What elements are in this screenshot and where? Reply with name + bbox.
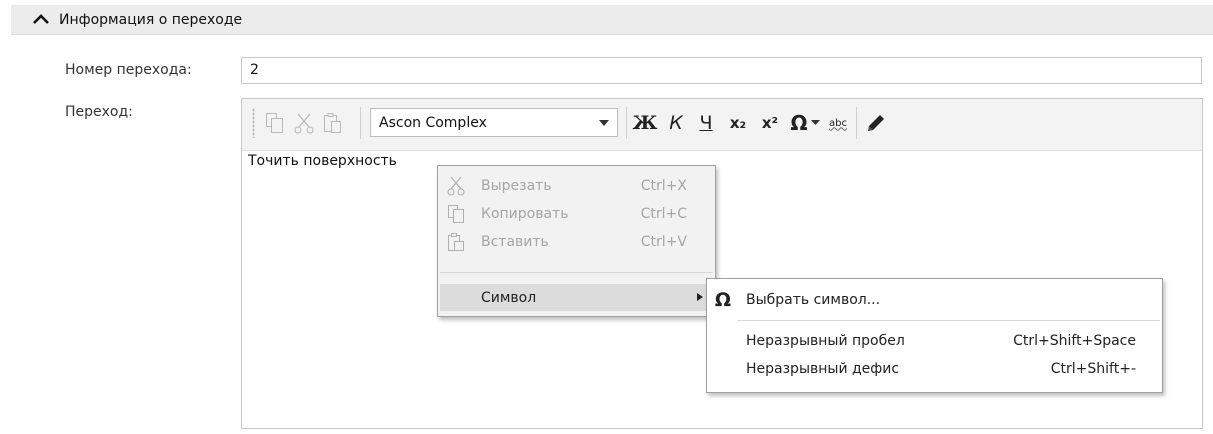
section-header[interactable]: Информация о переходе	[11, 5, 1213, 35]
transition-number-label: Номер перехода:	[65, 62, 192, 78]
menu-item-label: Вырезать	[481, 178, 552, 194]
omega-icon: Ω	[714, 288, 732, 311]
font-select-value: Ascon Complex	[379, 114, 487, 131]
menu-item-copy[interactable]: Копировать Ctrl+C	[438, 201, 715, 227]
pencil-icon[interactable]	[862, 109, 890, 137]
editor-toolbar: Ascon Complex Ж К Ч x₂ x² Ω abc	[242, 99, 1202, 151]
menu-item-label: Неразрывный пробел	[746, 333, 905, 349]
cut-icon	[446, 176, 466, 196]
italic-button[interactable]: К	[664, 109, 688, 137]
copy-icon[interactable]	[262, 109, 288, 137]
paste-icon[interactable]	[320, 109, 346, 137]
toolbar-divider	[856, 107, 857, 139]
menu-separator	[440, 272, 713, 273]
superscript-button[interactable]: x²	[756, 109, 784, 137]
chevron-down-icon[interactable]	[808, 109, 822, 137]
menu-item-symbol[interactable]: Символ	[440, 284, 713, 311]
font-select[interactable]: Ascon Complex	[370, 108, 618, 137]
menu-item-label: Копировать	[481, 206, 569, 222]
symbol-button[interactable]: Ω	[788, 109, 810, 137]
menu-item-shortcut: Ctrl+C	[640, 206, 687, 222]
menu-item-label: Выбрать символ...	[746, 291, 881, 308]
bold-button[interactable]: Ж	[632, 109, 658, 137]
menu-item-shortcut: Ctrl+V	[640, 234, 687, 250]
menu-item-label: Неразрывный дефис	[746, 361, 900, 377]
menu-item-nbsp[interactable]: Неразрывный пробел Ctrl+Shift+Space	[707, 328, 1162, 354]
toolbar-grip	[252, 108, 255, 138]
menu-item-paste[interactable]: Вставить Ctrl+V	[438, 229, 715, 255]
chevron-up-icon[interactable]	[33, 13, 51, 26]
spellcheck-button[interactable]: abc	[825, 109, 851, 137]
transition-number-input[interactable]: 2	[241, 57, 1202, 84]
menu-item-choose-symbol[interactable]: Ω Выбрать символ...	[707, 286, 1162, 313]
subscript-button[interactable]: x₂	[724, 109, 752, 137]
chevron-down-icon	[599, 120, 609, 126]
context-menu: Вырезать Ctrl+X Копировать Ctrl+C Встави…	[437, 165, 716, 317]
toolbar-divider	[360, 107, 361, 139]
cut-icon[interactable]	[291, 109, 317, 137]
copy-icon	[446, 204, 466, 224]
toolbar-divider	[626, 107, 627, 139]
menu-separator	[737, 320, 1160, 321]
paste-icon	[446, 232, 466, 252]
transition-label: Переход:	[65, 104, 133, 120]
menu-item-shortcut: Ctrl+Shift+-	[1050, 361, 1136, 377]
menu-item-shortcut: Ctrl+X	[640, 178, 687, 194]
section-title: Информация о переходе	[59, 11, 243, 28]
menu-item-nb-hyphen[interactable]: Неразрывный дефис Ctrl+Shift+-	[707, 356, 1162, 382]
menu-item-label: Символ	[481, 289, 537, 306]
symbol-submenu: Ω Выбрать символ... Неразрывный пробел C…	[706, 278, 1163, 393]
menu-item-shortcut: Ctrl+Shift+Space	[1013, 333, 1136, 349]
editor-content[interactable]: Точить поверхность	[248, 153, 397, 169]
menu-item-label: Вставить	[481, 234, 549, 250]
menu-item-cut[interactable]: Вырезать Ctrl+X	[438, 173, 715, 199]
underline-button[interactable]: Ч	[694, 109, 718, 137]
chevron-right-icon	[697, 293, 703, 301]
